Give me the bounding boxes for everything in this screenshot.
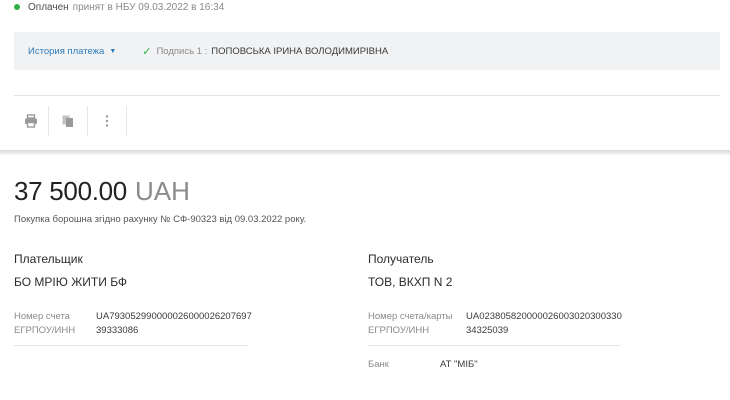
recipient-account-row: Номер счета/карты UA02380582000002600302… — [368, 309, 688, 323]
payer-edrpou-value: 39333086 — [96, 324, 139, 336]
recipient-edrpou-value: 34325039 — [466, 324, 509, 336]
payment-amount: 37 500.00 UAH — [14, 176, 190, 207]
recipient-edrpou-row: ЕГРПОУ/ИНН 34325039 — [368, 323, 688, 337]
payer-account-value: UA793052990000026000026207697 — [96, 310, 252, 322]
signer-name: ПОПОВСЬКА ІРИНА ВОЛОДИМИРІВНА — [211, 45, 389, 57]
recipient-section: Получатель ТОВ, ВКХП N 2 Номер счета/кар… — [368, 252, 688, 371]
section-shadow — [0, 150, 730, 156]
payment-purpose: Покупка борошна згідно рахунку № СФ-9032… — [14, 214, 307, 225]
recipient-account-label: Номер счета/карты — [368, 310, 453, 322]
payer-edrpou-row: ЕГРПОУ/ИНН 39333086 — [14, 323, 334, 337]
payment-history-dropdown[interactable]: История платежа ▼ — [28, 46, 116, 57]
recipient-bank-label: Банк — [368, 358, 389, 370]
payer-account-label: Номер счета — [14, 310, 70, 322]
divider — [14, 95, 720, 96]
payer-edrpou-label: ЕГРПОУ/ИНН — [14, 324, 76, 336]
payer-account-row: Номер счета UA79305299000002600002620769… — [14, 309, 334, 323]
more-button[interactable] — [88, 106, 127, 136]
copy-icon — [62, 115, 73, 127]
status-detail: принят в НБУ 09.03.2022 в 16:34 — [72, 1, 225, 13]
amount-value: 37 500.00 — [14, 176, 127, 206]
recipient-heading: Получатель — [368, 252, 434, 266]
recipient-edrpou-label: ЕГРПОУ/ИНН — [368, 324, 430, 336]
recipient-name: ТОВ, ВКХП N 2 — [368, 275, 453, 289]
signature-label: Подпись 1 : — [156, 45, 208, 57]
payer-divider — [14, 345, 248, 346]
payment-history-label: История платежа — [28, 45, 105, 57]
caret-down-icon: ▼ — [109, 47, 117, 55]
print-icon — [25, 114, 37, 128]
check-icon: ✓ — [142, 45, 152, 58]
payer-section: Плательщик БО МРІЮ ЖИТИ БФ Номер счета U… — [14, 252, 334, 346]
amount-currency: UAH — [134, 176, 190, 206]
status-state: Оплачен — [28, 1, 69, 13]
recipient-account-value: UA023805820000026003020300330 — [466, 310, 622, 322]
payer-heading: Плательщик — [14, 252, 83, 266]
payment-info-panel: История платежа ▼ ✓ Подпись 1 : ПОПОВСЬК… — [14, 32, 720, 70]
copy-button[interactable] — [49, 106, 88, 136]
actions-toolbar — [14, 106, 127, 136]
recipient-bank-value: АТ "МІБ" — [440, 358, 478, 370]
payment-status: Оплачен принят в НБУ 09.03.2022 в 16:34 — [14, 0, 224, 14]
recipient-bank-row: Банк АТ "МІБ" — [368, 357, 688, 371]
more-vertical-icon — [105, 115, 109, 127]
status-dot-icon — [14, 4, 20, 10]
print-button[interactable] — [14, 106, 49, 136]
signature-info: ✓ Подпись 1 : ПОПОВСЬКА ІРИНА ВОЛОДИМИРІ… — [142, 45, 388, 58]
payer-name: БО МРІЮ ЖИТИ БФ — [14, 275, 128, 289]
recipient-divider — [368, 345, 620, 346]
